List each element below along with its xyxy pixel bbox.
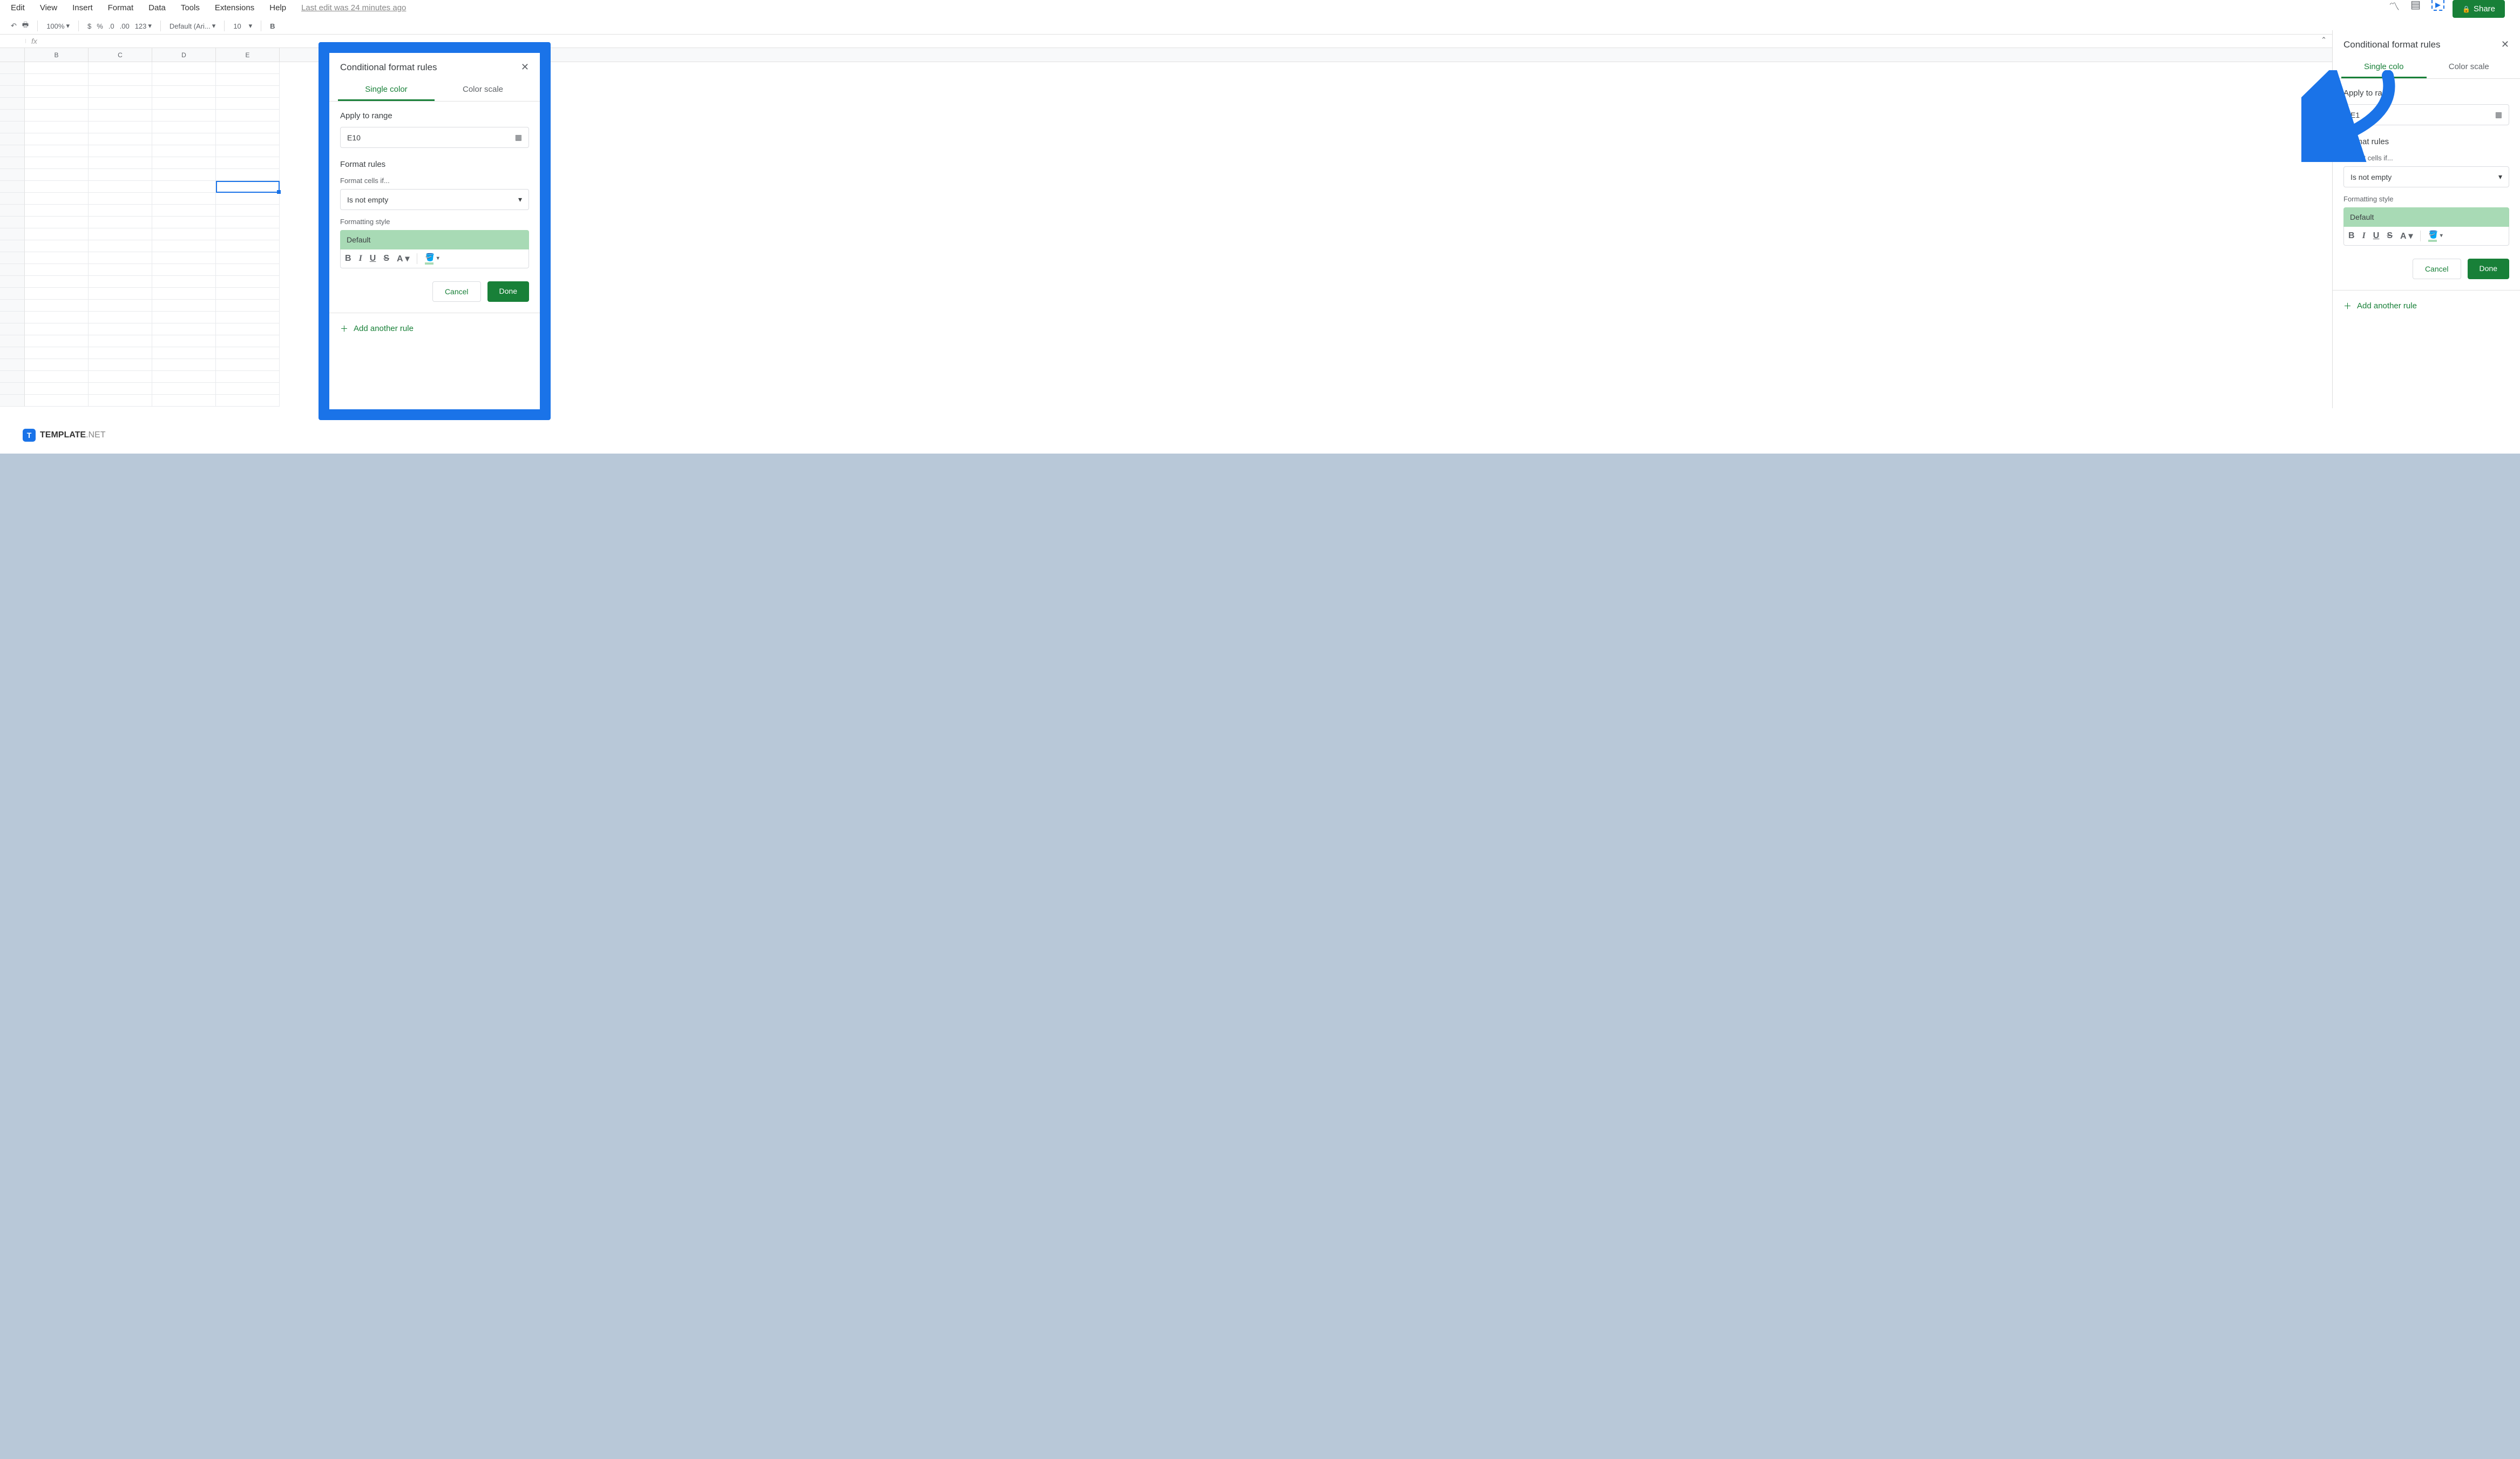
popup-tab-color-scale[interactable]: Color scale xyxy=(435,79,531,101)
toolbar: ↶ 🖶 100% ▾ $ % .0 .00 123 ▾ Default (Ari… xyxy=(0,18,2520,35)
popup-tab-single-color[interactable]: Single color xyxy=(338,79,435,101)
annotation-arrow xyxy=(2301,70,2404,162)
popup-range-input[interactable]: E10 ▦ xyxy=(340,127,529,148)
popup-apply-range-label: Apply to range xyxy=(340,111,529,120)
print-icon[interactable]: 🖶 xyxy=(22,20,29,32)
popup-strikethrough-icon[interactable]: S xyxy=(383,254,389,264)
cancel-button[interactable]: Cancel xyxy=(2413,259,2461,279)
menu-insert[interactable]: Insert xyxy=(72,3,93,12)
col-header[interactable]: B xyxy=(25,48,89,62)
popup-format-condition-select[interactable]: Is not empty▾ xyxy=(340,189,529,210)
popup-done-button[interactable]: Done xyxy=(487,281,529,302)
app-frame: Edit View Insert Format Data Tools Exten… xyxy=(0,0,2520,454)
watermark: T TEMPLATE.NET xyxy=(23,429,105,442)
popup-style-toolbar: B I U S A ▾ 🪣 ▾ xyxy=(340,249,529,268)
selected-cell[interactable] xyxy=(216,181,280,193)
strikethrough-icon[interactable]: S xyxy=(2387,231,2393,241)
name-box[interactable] xyxy=(0,39,26,43)
popup-add-rule-button[interactable]: ＋ Add another rule xyxy=(329,313,540,344)
format-condition-select[interactable]: Is not empty▾ xyxy=(2343,166,2509,187)
menubar: Edit View Insert Format Data Tools Exten… xyxy=(0,0,2520,18)
popup-underline-icon[interactable]: U xyxy=(370,254,376,264)
zoom-select[interactable]: 100% ▾ xyxy=(46,22,70,30)
popup-text-color-icon[interactable]: A ▾ xyxy=(397,253,409,264)
increase-decimal-button[interactable]: .00 xyxy=(120,22,130,30)
col-header[interactable]: D xyxy=(152,48,216,62)
popup-format-cells-if-label: Format cells if... xyxy=(340,177,529,185)
panel-title: Conditional format rules xyxy=(2343,39,2441,50)
col-header[interactable]: E xyxy=(216,48,280,62)
menu-data[interactable]: Data xyxy=(148,3,166,12)
formatting-style-label: Formatting style xyxy=(2343,195,2509,203)
add-rule-button[interactable]: ＋ Add another rule xyxy=(2333,291,2520,321)
italic-icon[interactable]: I xyxy=(2362,231,2366,241)
font-select[interactable]: Default (Ari... ▾ xyxy=(170,22,215,30)
menu-tools[interactable]: Tools xyxy=(181,3,200,12)
popup-close-icon[interactable]: ✕ xyxy=(521,62,529,73)
popup-title: Conditional format rules xyxy=(340,62,437,73)
select-all-cell[interactable] xyxy=(0,48,25,62)
menu-help[interactable]: Help xyxy=(269,3,286,12)
menu-format[interactable]: Format xyxy=(108,3,134,12)
header-icons: 〽 ▤ ▸ xyxy=(2389,0,2444,13)
underline-icon[interactable]: U xyxy=(2373,231,2380,241)
menu-view[interactable]: View xyxy=(40,3,57,12)
popup-cancel-button[interactable]: Cancel xyxy=(432,281,481,302)
font-size-select[interactable]: 10 ▾ xyxy=(233,22,252,30)
fill-color-icon[interactable]: 🪣 ▾ xyxy=(2428,230,2442,242)
present-icon[interactable]: ▸ xyxy=(2431,0,2444,11)
decrease-decimal-button[interactable]: .0 xyxy=(109,22,114,30)
plus-icon: ＋ xyxy=(340,323,348,334)
share-button[interactable]: Share xyxy=(2453,0,2505,18)
currency-button[interactable]: $ xyxy=(87,22,91,30)
fx-label: fx xyxy=(26,35,43,48)
popup-bold-icon[interactable]: B xyxy=(345,254,351,264)
bold-icon[interactable]: B xyxy=(2348,231,2355,241)
popup-italic-icon[interactable]: I xyxy=(359,254,362,264)
style-preview: Default xyxy=(2343,207,2509,227)
highlighted-popup: Conditional format rules ✕ Single color … xyxy=(319,42,551,420)
watermark-icon: T xyxy=(23,429,36,442)
chevron-down-icon: ▾ xyxy=(518,195,522,204)
popup-style-preview: Default xyxy=(340,230,529,249)
percent-button[interactable]: % xyxy=(97,22,103,30)
collapse-toolbar-icon[interactable]: ⌃ xyxy=(2321,36,2327,44)
select-range-icon[interactable]: ▦ xyxy=(2495,110,2502,119)
insights-icon[interactable]: 〽 xyxy=(2389,0,2400,13)
undo-icon[interactable]: ↶ xyxy=(11,22,17,30)
close-icon[interactable]: ✕ xyxy=(2501,39,2509,50)
popup-fill-color-icon[interactable]: 🪣 ▾ xyxy=(425,253,439,265)
number-format-button[interactable]: 123 ▾ xyxy=(135,22,152,30)
menu-extensions[interactable]: Extensions xyxy=(215,3,254,12)
popup-formatting-style-label: Formatting style xyxy=(340,218,529,226)
done-button[interactable]: Done xyxy=(2468,259,2509,279)
popup-select-range-icon[interactable]: ▦ xyxy=(515,133,522,142)
style-toolbar: B I U S A ▾ 🪣 ▾ xyxy=(2343,227,2509,246)
plus-icon: ＋ xyxy=(2343,300,2352,312)
text-color-icon[interactable]: A ▾ xyxy=(2400,231,2413,241)
chevron-down-icon: ▾ xyxy=(2498,172,2502,181)
menu-edit[interactable]: Edit xyxy=(11,3,25,12)
comments-icon[interactable]: ▤ xyxy=(2410,0,2421,13)
last-edit-link[interactable]: Last edit was 24 minutes ago xyxy=(301,3,406,12)
popup-format-rules-label: Format rules xyxy=(340,160,529,169)
bold-button[interactable]: B xyxy=(270,22,275,30)
tab-color-scale[interactable]: Color scale xyxy=(2427,57,2512,78)
col-header[interactable]: C xyxy=(89,48,152,62)
